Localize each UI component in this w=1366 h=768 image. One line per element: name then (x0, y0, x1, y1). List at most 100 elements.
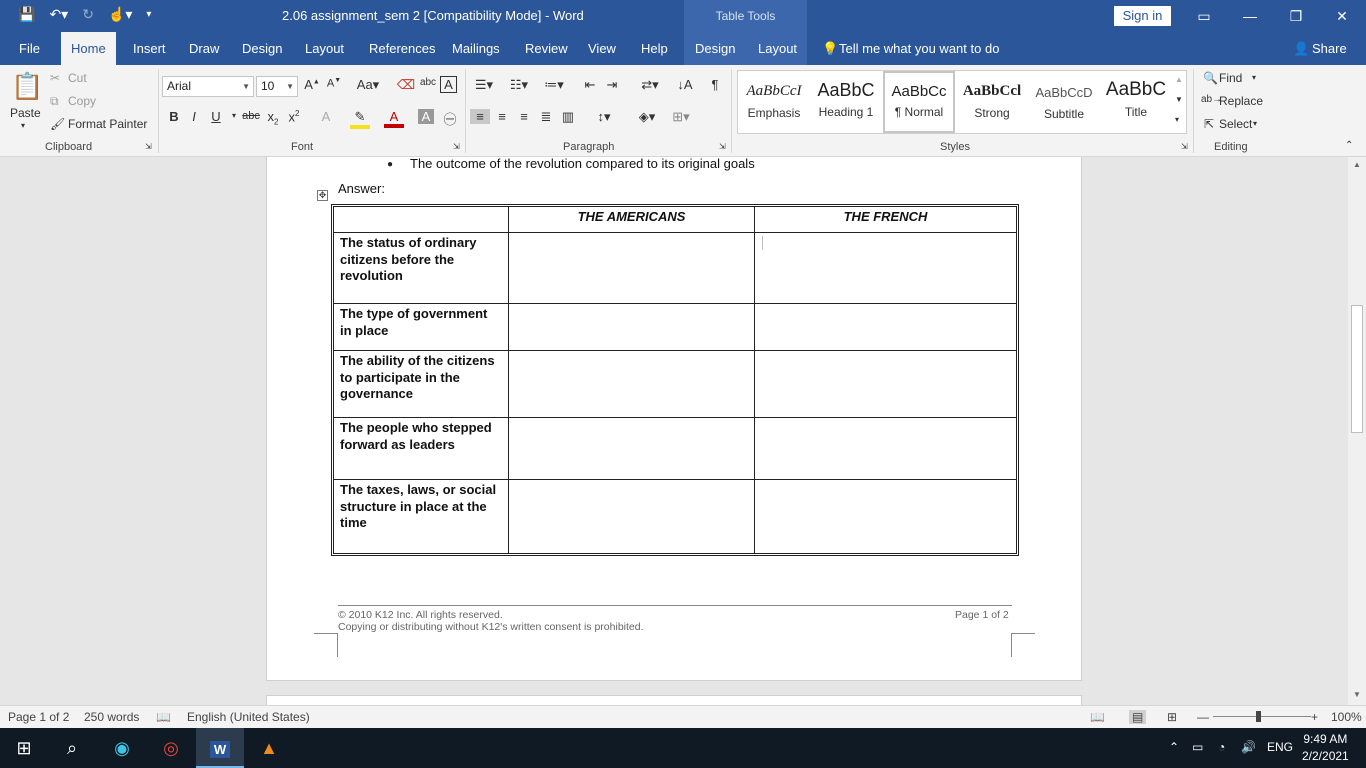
table-move-handle-icon[interactable]: ✥ (317, 190, 328, 201)
print-layout-icon[interactable]: ▤ (1129, 710, 1147, 724)
styles-launcher-icon[interactable]: ⇲ (1181, 142, 1188, 151)
table-header-americans[interactable]: THE AMERICANS (509, 207, 755, 233)
table-row-label[interactable]: The ability of the citizens to participa… (334, 351, 509, 418)
word-taskbar-icon[interactable]: W (196, 728, 244, 768)
sort-icon[interactable]: ↓A (675, 77, 695, 92)
multilevel-list-icon[interactable]: ≔▾ (540, 77, 568, 93)
distributed-icon[interactable]: ▥ (558, 109, 578, 125)
highlight-icon[interactable]: ✎ (350, 109, 370, 129)
table-cell[interactable] (509, 418, 755, 480)
select-button[interactable]: Select (1219, 117, 1252, 131)
tab-table-design[interactable]: Design (695, 32, 735, 65)
grow-font-icon[interactable]: A▲ (302, 77, 322, 92)
tab-home[interactable]: Home (61, 32, 116, 65)
tab-layout[interactable]: Layout (305, 32, 344, 65)
language-status[interactable]: English (United States) (187, 710, 310, 724)
show-formatting-marks-icon[interactable]: ¶ (705, 77, 725, 92)
proofing-icon[interactable]: 📖 (156, 710, 171, 724)
paste-icon[interactable]: 📋 (11, 71, 43, 102)
table-cell[interactable] (755, 480, 1016, 553)
customize-qat-icon[interactable]: ▾ (146, 9, 151, 20)
word-count[interactable]: 250 words (84, 710, 139, 724)
clock[interactable]: 9:49 AM 2/2/2021 (1302, 731, 1349, 765)
table-cell[interactable] (755, 304, 1016, 351)
align-center-icon[interactable]: ≡ (492, 109, 512, 124)
copy-button[interactable]: Copy (68, 94, 96, 108)
vertical-scrollbar[interactable]: ▲ ▼ (1348, 157, 1366, 705)
justify-icon[interactable]: ≣ (536, 109, 556, 125)
font-name-combo[interactable]: Arial ▼ (162, 76, 254, 97)
share-button[interactable]: Share (1312, 32, 1347, 65)
table-cell[interactable] (509, 304, 755, 351)
bold-icon[interactable]: B (164, 109, 184, 124)
page-2[interactable] (266, 695, 1082, 705)
clear-formatting-icon[interactable]: ⌫ (396, 77, 416, 93)
text-direction-icon[interactable]: ⇄▾ (636, 77, 664, 93)
tab-draw[interactable]: Draw (189, 32, 219, 65)
tab-insert[interactable]: Insert (133, 32, 166, 65)
select-dropdown-icon[interactable]: ▾ (1253, 119, 1257, 128)
clipboard-launcher-icon[interactable]: ⇲ (145, 142, 152, 151)
find-button[interactable]: Find (1219, 71, 1242, 85)
font-color-icon[interactable]: A (384, 109, 404, 128)
text-effects-icon[interactable]: A (316, 109, 336, 124)
italic-icon[interactable]: I (184, 109, 204, 124)
table-cell[interactable] (509, 351, 755, 418)
style-subtitle[interactable]: AaBbCcD Subtitle (1028, 71, 1100, 133)
find-dropdown-icon[interactable]: ▾ (1252, 73, 1256, 82)
table-header-cell[interactable] (334, 207, 509, 233)
align-left-icon[interactable]: ≡ (470, 109, 490, 124)
format-painter-button[interactable]: Format Painter (68, 117, 147, 131)
paste-dropdown-icon[interactable]: ▾ (21, 121, 25, 130)
change-case-icon[interactable]: Aa▾ (354, 77, 382, 93)
table-row-label[interactable]: The taxes, laws, or social structure in … (334, 480, 509, 553)
network-icon[interactable]: ◔ (1218, 740, 1225, 754)
show-hidden-icons-icon[interactable]: ⌃ (1169, 740, 1179, 754)
sign-in-button[interactable]: Sign in (1114, 6, 1171, 26)
zoom-out-icon[interactable]: — (1197, 710, 1209, 724)
web-layout-icon[interactable]: ⊞ (1167, 710, 1177, 724)
align-right-icon[interactable]: ≡ (514, 109, 534, 124)
tab-review[interactable]: Review (525, 32, 568, 65)
undo-icon[interactable]: ↶▾ (49, 6, 68, 23)
ribbon-display-options-icon[interactable]: ▭ (1181, 0, 1227, 32)
comparison-table[interactable]: THE AMERICANS THE FRENCH The status of o… (331, 204, 1019, 556)
table-header-french[interactable]: THE FRENCH (755, 207, 1016, 233)
edge-icon[interactable]: ◉ (98, 728, 146, 768)
borders-icon[interactable]: ⊞▾ (666, 109, 696, 125)
decrease-indent-icon[interactable]: ⇤ (580, 77, 600, 93)
table-cell[interactable] (509, 233, 755, 304)
table-cell[interactable] (755, 418, 1016, 480)
battery-icon[interactable]: ▭ (1192, 740, 1203, 754)
paragraph-launcher-icon[interactable]: ⇲ (719, 142, 726, 151)
share-icon[interactable]: 👤 (1293, 32, 1309, 65)
tab-references[interactable]: References (369, 32, 435, 65)
input-language[interactable]: ENG (1267, 740, 1293, 754)
page-count[interactable]: Page 1 of 2 (8, 710, 69, 724)
superscript-icon[interactable]: x2 (284, 109, 304, 124)
strikethrough-icon[interactable]: abc (241, 110, 261, 122)
zoom-in-icon[interactable]: + (1311, 710, 1318, 724)
save-icon[interactable]: 💾 (18, 6, 35, 23)
search-icon[interactable]: ⌕ (48, 728, 96, 768)
enclose-characters-icon[interactable]: ㊀ (440, 109, 460, 128)
table-cell[interactable] (509, 480, 755, 553)
increase-indent-icon[interactable]: ⇥ (602, 77, 622, 93)
character-shading-icon[interactable]: A (418, 109, 434, 124)
style-title[interactable]: AaBbC Title (1100, 71, 1172, 133)
line-spacing-icon[interactable]: ↕▾ (590, 109, 618, 125)
tab-table-layout[interactable]: Layout (758, 32, 797, 65)
paste-button[interactable]: Paste (10, 106, 41, 120)
restore-button[interactable]: ❐ (1273, 0, 1319, 32)
document-canvas[interactable]: ● The outcome of the revolution compared… (0, 157, 1348, 705)
styles-scroll-up-icon[interactable]: ▲ (1175, 75, 1183, 84)
styles-scroll-down-icon[interactable]: ▼ (1175, 95, 1183, 104)
font-launcher-icon[interactable]: ⇲ (453, 142, 460, 151)
tab-help[interactable]: Help (641, 32, 668, 65)
style-normal[interactable]: AaBbCc ¶ Normal (883, 71, 955, 133)
tab-view[interactable]: View (588, 32, 616, 65)
tell-me-search[interactable]: Tell me what you want to do (839, 32, 999, 65)
style-heading-1[interactable]: AaBbC Heading 1 (810, 71, 882, 133)
table-row-label[interactable]: The status of ordinary citizens before t… (334, 233, 509, 304)
zoom-slider[interactable] (1213, 716, 1311, 717)
